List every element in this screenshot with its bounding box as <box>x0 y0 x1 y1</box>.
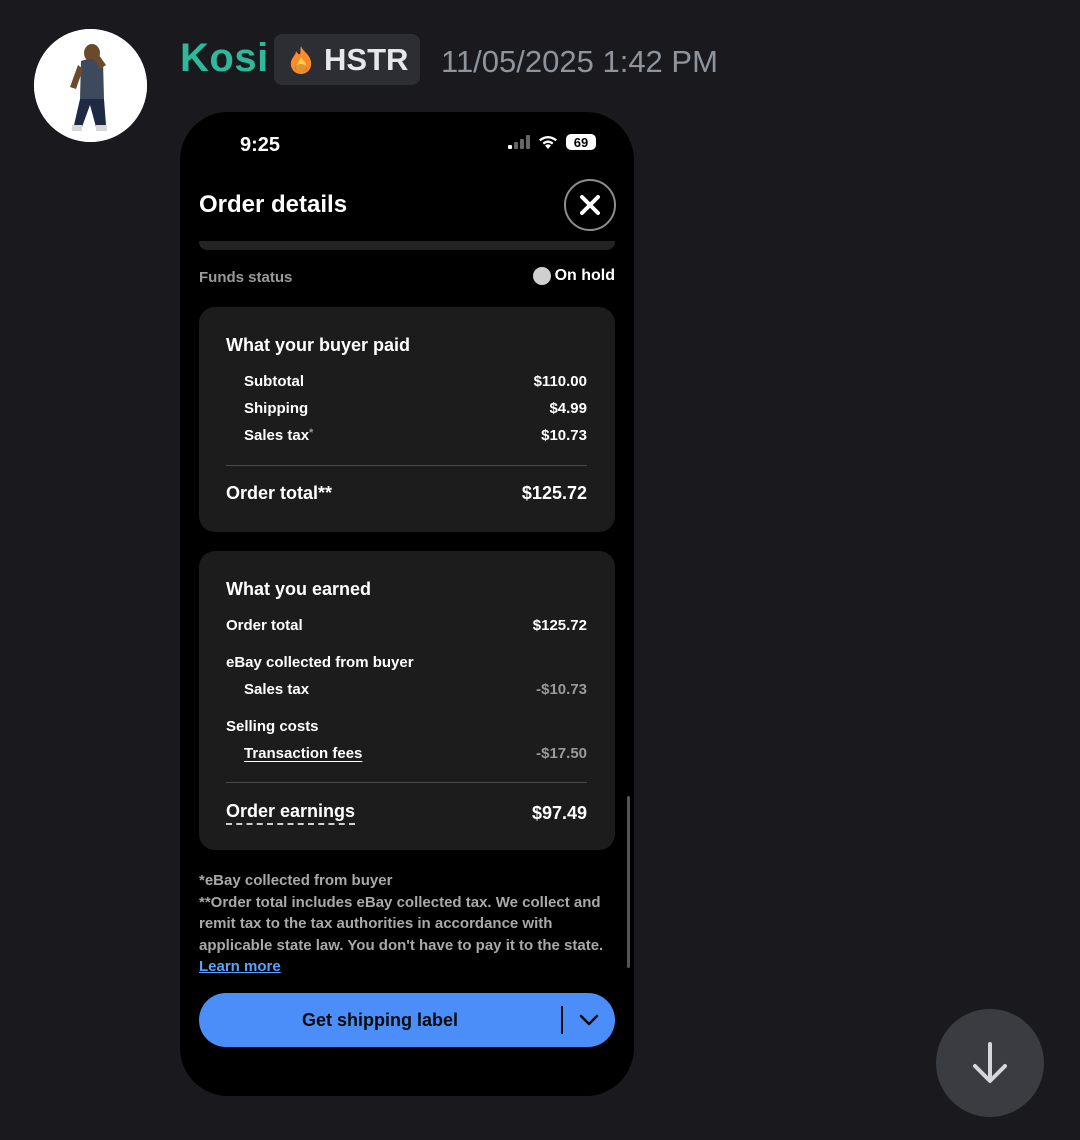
order-total-label: Order total** <box>226 483 333 503</box>
status-icons: 69 <box>508 134 596 150</box>
footnote-2: **Order total includes eBay collected ta… <box>199 893 604 976</box>
footnote: *eBay collected from buyer **Order total… <box>199 870 609 978</box>
earned-order-total-row: Order total $125.72 <box>226 617 587 634</box>
earned-sales-tax-value: -$10.73 <box>536 681 587 698</box>
sales-tax-label: Sales tax* <box>244 427 314 444</box>
buyer-paid-title: What your buyer paid <box>226 335 411 355</box>
shipping-label: Shipping <box>244 400 309 417</box>
earned-sales-tax-label: Sales tax <box>244 681 310 698</box>
username[interactable]: Kosi <box>180 36 269 81</box>
order-earnings-value: $97.49 <box>531 802 587 823</box>
transaction-fees-row: Transaction fees -$17.50 <box>226 745 587 762</box>
subtotal-label: Subtotal <box>244 373 304 390</box>
funds-status-value: On hold <box>554 267 615 284</box>
funds-status-label: Funds status <box>199 269 293 286</box>
scroll-to-bottom-button[interactable] <box>936 1009 1044 1117</box>
status-dot-icon <box>532 267 551 285</box>
get-shipping-label-text: Get shipping label <box>301 1009 458 1030</box>
fire-icon <box>290 45 312 74</box>
signal-icon <box>508 135 530 149</box>
page-title: Order details <box>199 191 348 218</box>
collected-row: eBay collected from buyer <box>226 654 587 671</box>
sales-tax-value: $10.73 <box>541 427 587 444</box>
shipping-row: Shipping $4.99 <box>226 400 587 417</box>
scrolled-section-edge <box>199 241 615 250</box>
divider <box>226 782 587 783</box>
message-timestamp: 11/05/2025 1:42 PM <box>441 44 718 79</box>
footnote-1: *eBay collected from buyer <box>199 872 393 889</box>
role-tag-label: HSTR <box>324 41 409 77</box>
earned-title: What you earned <box>226 579 372 599</box>
earned-order-total-label: Order total <box>226 617 303 634</box>
learn-more-link[interactable]: Learn more <box>199 958 281 975</box>
earned-sales-tax-row: Sales tax -$10.73 <box>226 681 587 698</box>
role-tag[interactable]: HSTR <box>274 34 421 85</box>
transaction-fees-link[interactable]: Transaction fees <box>244 745 362 762</box>
order-total-row: Order total** $125.72 <box>226 483 587 504</box>
close-button[interactable] <box>564 179 616 231</box>
arrow-down-icon <box>973 1042 1007 1083</box>
order-earnings-label[interactable]: Order earnings <box>226 801 356 825</box>
wifi-icon <box>539 135 557 149</box>
collected-label: eBay collected from buyer <box>226 654 414 671</box>
order-total-value: $125.72 <box>521 483 587 503</box>
shipping-value: $4.99 <box>549 400 587 417</box>
shipping-options-dropdown[interactable] <box>563 1014 615 1026</box>
selling-costs-label: Selling costs <box>226 718 319 735</box>
buyer-paid-card: What your buyer paid Subtotal $110.00 Sh… <box>199 307 615 532</box>
chevron-down-icon <box>579 1014 599 1026</box>
divider <box>226 465 587 466</box>
transaction-fees-value: -$17.50 <box>536 745 587 762</box>
close-icon <box>580 195 600 215</box>
earned-order-total-value: $125.72 <box>532 617 587 634</box>
transaction-fees-link-wrap: Transaction fees <box>226 745 362 762</box>
funds-status-badge: On hold <box>532 267 615 285</box>
get-shipping-label-button[interactable]: Get shipping label <box>199 993 615 1047</box>
sales-tax-row: Sales tax* $10.73 <box>226 427 587 444</box>
selling-costs-row: Selling costs <box>226 718 587 735</box>
scrollbar[interactable] <box>627 796 630 968</box>
earned-card: What you earned Order total $125.72 eBay… <box>199 551 615 850</box>
attached-screenshot[interactable]: 9:25 69 Order details Funds status On ho… <box>180 112 634 1096</box>
status-time: 9:25 <box>240 134 281 156</box>
subtotal-row: Subtotal $110.00 <box>226 373 587 390</box>
order-earnings-row: Order earnings $97.49 <box>226 801 587 825</box>
subtotal-value: $110.00 <box>533 373 587 390</box>
user-avatar[interactable] <box>34 29 147 142</box>
footnote-marker: * <box>309 427 314 439</box>
avatar-figure <box>34 29 147 142</box>
battery-icon: 69 <box>566 134 596 150</box>
